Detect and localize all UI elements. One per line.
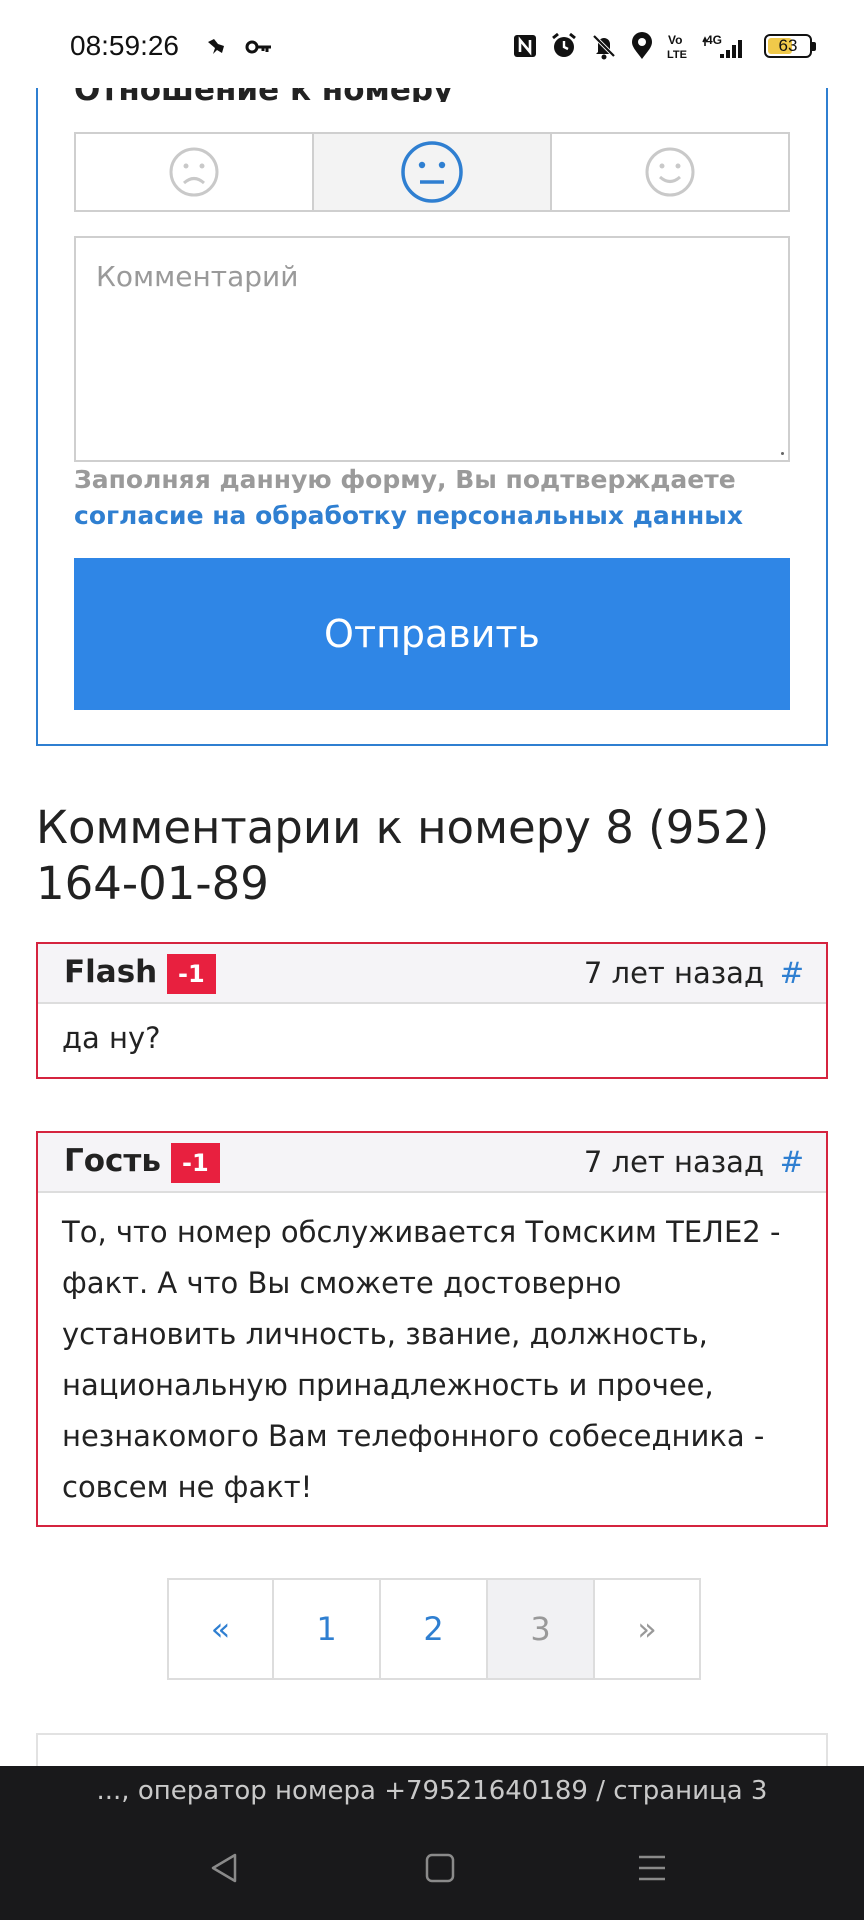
submit-button[interactable]: Отправить: [74, 558, 790, 710]
location-icon: [630, 32, 654, 60]
pagination-page-2[interactable]: 2: [381, 1580, 488, 1678]
comment-time: 7 лет назад: [583, 1145, 764, 1179]
comment-score-badge: -1: [167, 954, 216, 994]
rating-positive-option[interactable]: [552, 134, 788, 210]
battery-icon: 63: [764, 34, 816, 58]
comment-input[interactable]: [74, 236, 790, 462]
comment-author: Гость: [64, 1143, 161, 1179]
comment-permalink[interactable]: #: [780, 956, 804, 990]
comment-author: Flash: [64, 954, 158, 990]
consent-notice: Заполняя данную форму, Вы подтверждаете …: [74, 462, 794, 534]
status-right-icons: Vo LTE 4G 63: [512, 32, 816, 60]
menu-lines-icon: [639, 1855, 665, 1881]
rating-neutral-option[interactable]: [314, 134, 552, 210]
consent-link[interactable]: согласие на обработку персональных данны…: [74, 498, 794, 534]
comments-title: Комментарии к номеру 8 (952) 164-01-89: [36, 801, 770, 910]
bird-icon: [205, 36, 227, 58]
comment-permalink[interactable]: #: [780, 1145, 804, 1179]
back-button[interactable]: [200, 1844, 248, 1892]
sad-face-icon: [169, 147, 219, 197]
browser-title-bar[interactable]: ..., оператор номера +79521640189 / стра…: [0, 1766, 864, 1816]
neutral-face-icon: [401, 141, 463, 203]
status-time: 08:59:26: [70, 30, 179, 61]
home-button[interactable]: [416, 1844, 464, 1892]
menu-button[interactable]: [628, 1844, 676, 1892]
svg-text:LTE: LTE: [667, 49, 687, 60]
pagination-page-3[interactable]: 3: [488, 1580, 595, 1678]
battery-tip: [812, 42, 816, 51]
consent-text: Заполняя данную форму, Вы подтверждаете: [74, 465, 736, 494]
rating-selector: [74, 132, 790, 212]
pagination-next[interactable]: »: [595, 1580, 699, 1678]
volte-icon: Vo LTE: [666, 32, 690, 60]
happy-face-icon: [645, 147, 695, 197]
svg-text:Vo: Vo: [668, 33, 682, 47]
comment-header: Flash -1 7 лет назад #: [38, 944, 826, 1004]
comment-text: То, что номер обслуживается Томским ТЕЛЕ…: [62, 1215, 781, 1504]
status-left-icons: [205, 36, 273, 58]
svg-text:4G: 4G: [706, 33, 722, 47]
textarea-resize-handle[interactable]: [781, 452, 784, 455]
comment-time: 7 лет назад: [583, 956, 764, 990]
mute-icon: [590, 32, 618, 60]
alarm-icon: [550, 32, 578, 60]
comment-score-badge: -1: [171, 1143, 220, 1183]
comment-card: Flash -1 7 лет назад # да ну?: [36, 942, 828, 1079]
battery-level: 63: [778, 36, 798, 55]
comment-card: Гость -1 7 лет назад # То, что номер обс…: [36, 1131, 828, 1527]
home-square-icon: [425, 1853, 455, 1883]
key-icon: [245, 38, 273, 56]
pagination: « 1 2 3 »: [167, 1578, 701, 1680]
pagination-page-1[interactable]: 1: [274, 1580, 381, 1678]
pagination-prev[interactable]: «: [169, 1580, 274, 1678]
status-bar: 08:59:26 Vo LTE 4G 63: [0, 0, 864, 88]
nfc-icon: [512, 33, 538, 59]
back-triangle-icon: [211, 1853, 237, 1883]
page: 08:59:26 Vo LTE 4G 63 Комментарий Заполн…: [0, 0, 864, 1920]
signal-4g-icon: 4G: [702, 32, 746, 60]
comment-text: да ну?: [62, 1021, 161, 1055]
system-nav-bar: [0, 1816, 864, 1920]
rating-negative-option[interactable]: [76, 134, 314, 210]
comment-header: Гость -1 7 лет назад #: [38, 1133, 826, 1193]
